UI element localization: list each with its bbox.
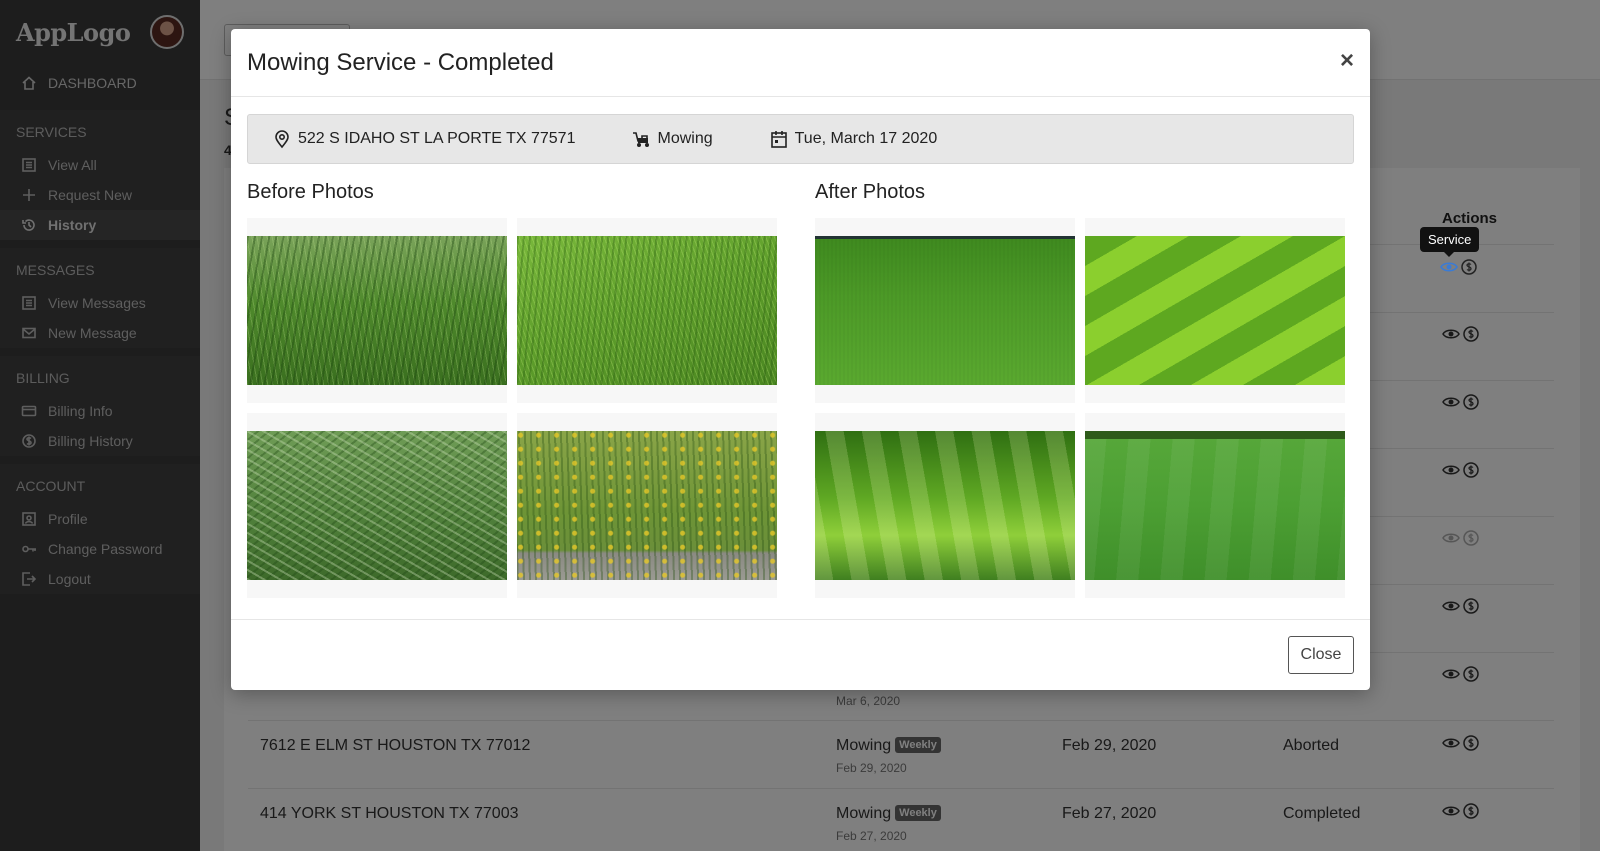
calendar-icon: [770, 131, 787, 148]
before-photos-title: Before Photos: [247, 181, 374, 203]
map-pin-icon: [275, 130, 289, 149]
photo-card[interactable]: [517, 218, 777, 403]
before-photo: [247, 431, 507, 580]
photo-card[interactable]: [1085, 413, 1345, 598]
service-date-text: Tue, March 17 2020: [794, 130, 938, 147]
service-date: Tue, March 17 2020: [769, 129, 938, 149]
before-photos-section: Before Photos: [247, 181, 777, 598]
service-address: 522 S IDAHO ST LA PORTE TX 77571: [272, 129, 575, 149]
before-photo: [247, 236, 507, 385]
after-photos-title: After Photos: [815, 181, 926, 203]
service-type-text: Mowing: [657, 130, 713, 147]
photo-card[interactable]: [517, 413, 777, 598]
mower-icon: [633, 132, 650, 147]
modal-title: Mowing Service - Completed: [247, 48, 554, 76]
before-photo-grid: [247, 218, 777, 598]
photo-card[interactable]: [247, 413, 507, 598]
close-icon[interactable]: ×: [1340, 47, 1354, 75]
service-address-text: 522 S IDAHO ST LA PORTE TX 77571: [298, 130, 576, 147]
after-photos-section: After Photos: [815, 181, 1345, 598]
modal-footer: Close: [231, 619, 1370, 690]
before-photo: [517, 236, 777, 385]
photo-card[interactable]: [815, 218, 1075, 403]
service-detail-modal: Mowing Service - Completed × 522 S IDAHO…: [231, 29, 1370, 690]
service-info-bar: 522 S IDAHO ST LA PORTE TX 77571 Mowing …: [247, 114, 1354, 164]
after-photo: [815, 236, 1075, 385]
photo-card[interactable]: [247, 218, 507, 403]
after-photo: [815, 431, 1075, 580]
service-tooltip: Service: [1420, 227, 1480, 257]
eye-icon[interactable]: [1440, 258, 1458, 276]
dollar-circle-icon[interactable]: [1460, 258, 1478, 276]
photo-card[interactable]: [1085, 218, 1345, 403]
after-photo: [1085, 236, 1345, 385]
before-photo: [517, 431, 777, 580]
close-button[interactable]: Close: [1288, 636, 1354, 674]
after-photo: [1085, 431, 1345, 580]
row-actions-hovered: [1440, 258, 1478, 276]
service-type: Mowing: [631, 129, 713, 149]
modal-header: Mowing Service - Completed ×: [231, 29, 1370, 97]
photo-card[interactable]: [815, 413, 1075, 598]
after-photo-grid: [815, 218, 1345, 598]
